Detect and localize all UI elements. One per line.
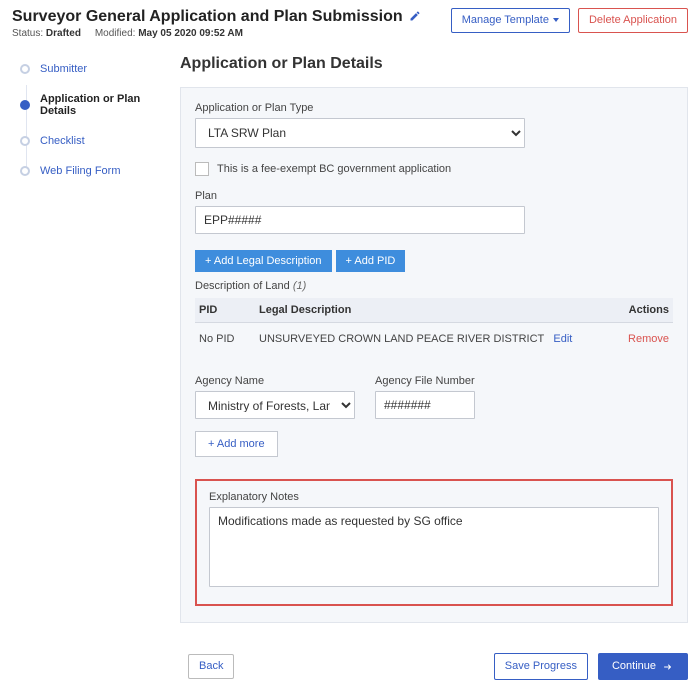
fee-exempt-checkbox[interactable] xyxy=(195,162,209,176)
agency-file-input[interactable] xyxy=(375,391,475,419)
cell-pid: No PID xyxy=(195,323,255,356)
status-row: Status: Drafted Modified: May 05 2020 09… xyxy=(12,28,421,39)
save-progress-button[interactable]: Save Progress xyxy=(494,653,588,680)
sidebar-item-label: Checklist xyxy=(40,135,85,147)
back-button[interactable]: Back xyxy=(188,654,234,679)
application-type-select[interactable]: LTA SRW Plan xyxy=(195,118,525,148)
step-dot-icon xyxy=(20,166,30,176)
col-actions: Actions xyxy=(613,298,673,323)
sidebar-item-web-filing[interactable]: Web Filing Form xyxy=(20,165,170,177)
chevron-down-icon xyxy=(553,18,559,22)
pencil-edit-icon[interactable] xyxy=(409,10,421,25)
agency-name-select[interactable]: Ministry of Forests, Lands, Natural Reso… xyxy=(195,391,355,419)
type-label: Application or Plan Type xyxy=(195,102,673,114)
description-of-land-caption: Description of Land (1) xyxy=(195,280,673,292)
explanatory-notes-highlight: Explanatory Notes xyxy=(195,479,673,606)
sidebar-item-label: Submitter xyxy=(40,63,87,75)
arrow-right-icon xyxy=(662,661,674,673)
notes-label: Explanatory Notes xyxy=(209,491,659,503)
agency-file-label: Agency File Number xyxy=(375,375,475,387)
step-dot-icon xyxy=(20,136,30,146)
col-pid: PID xyxy=(195,298,255,323)
table-row: No PID UNSURVEYED CROWN LAND PEACE RIVER… xyxy=(195,323,673,356)
add-more-button[interactable]: + Add more xyxy=(195,431,278,457)
sidebar-item-label: Web Filing Form xyxy=(40,165,120,177)
manage-template-button[interactable]: Manage Template xyxy=(451,8,570,33)
add-legal-description-button[interactable]: + Add Legal Description xyxy=(195,250,332,272)
explanatory-notes-textarea[interactable] xyxy=(209,507,659,587)
section-heading: Application or Plan Details xyxy=(180,55,688,73)
edit-link[interactable]: Edit xyxy=(553,333,572,345)
plan-input[interactable] xyxy=(195,206,525,234)
fee-exempt-label: This is a fee-exempt BC government appli… xyxy=(217,163,451,175)
cell-legal: UNSURVEYED CROWN LAND PEACE RIVER DISTRI… xyxy=(255,323,613,356)
col-legal: Legal Description xyxy=(255,298,613,323)
sidebar-item-submitter[interactable]: Submitter xyxy=(20,63,170,75)
remove-link[interactable]: Remove xyxy=(628,333,669,345)
step-dot-icon xyxy=(20,64,30,74)
plan-label: Plan xyxy=(195,190,673,202)
agency-name-label: Agency Name xyxy=(195,375,355,387)
sidebar-item-label: Application or Plan Details xyxy=(40,93,170,117)
page-title: Surveyor General Application and Plan Su… xyxy=(12,8,403,26)
delete-application-button[interactable]: Delete Application xyxy=(578,8,688,33)
sidebar-item-checklist[interactable]: Checklist xyxy=(20,135,170,147)
step-dot-icon xyxy=(20,100,30,110)
add-pid-button[interactable]: + Add PID xyxy=(336,250,406,272)
continue-button[interactable]: Continue xyxy=(598,653,688,680)
sidebar-item-details[interactable]: Application or Plan Details xyxy=(20,93,170,117)
land-description-table: PID Legal Description Actions No PID UNS… xyxy=(195,298,673,355)
